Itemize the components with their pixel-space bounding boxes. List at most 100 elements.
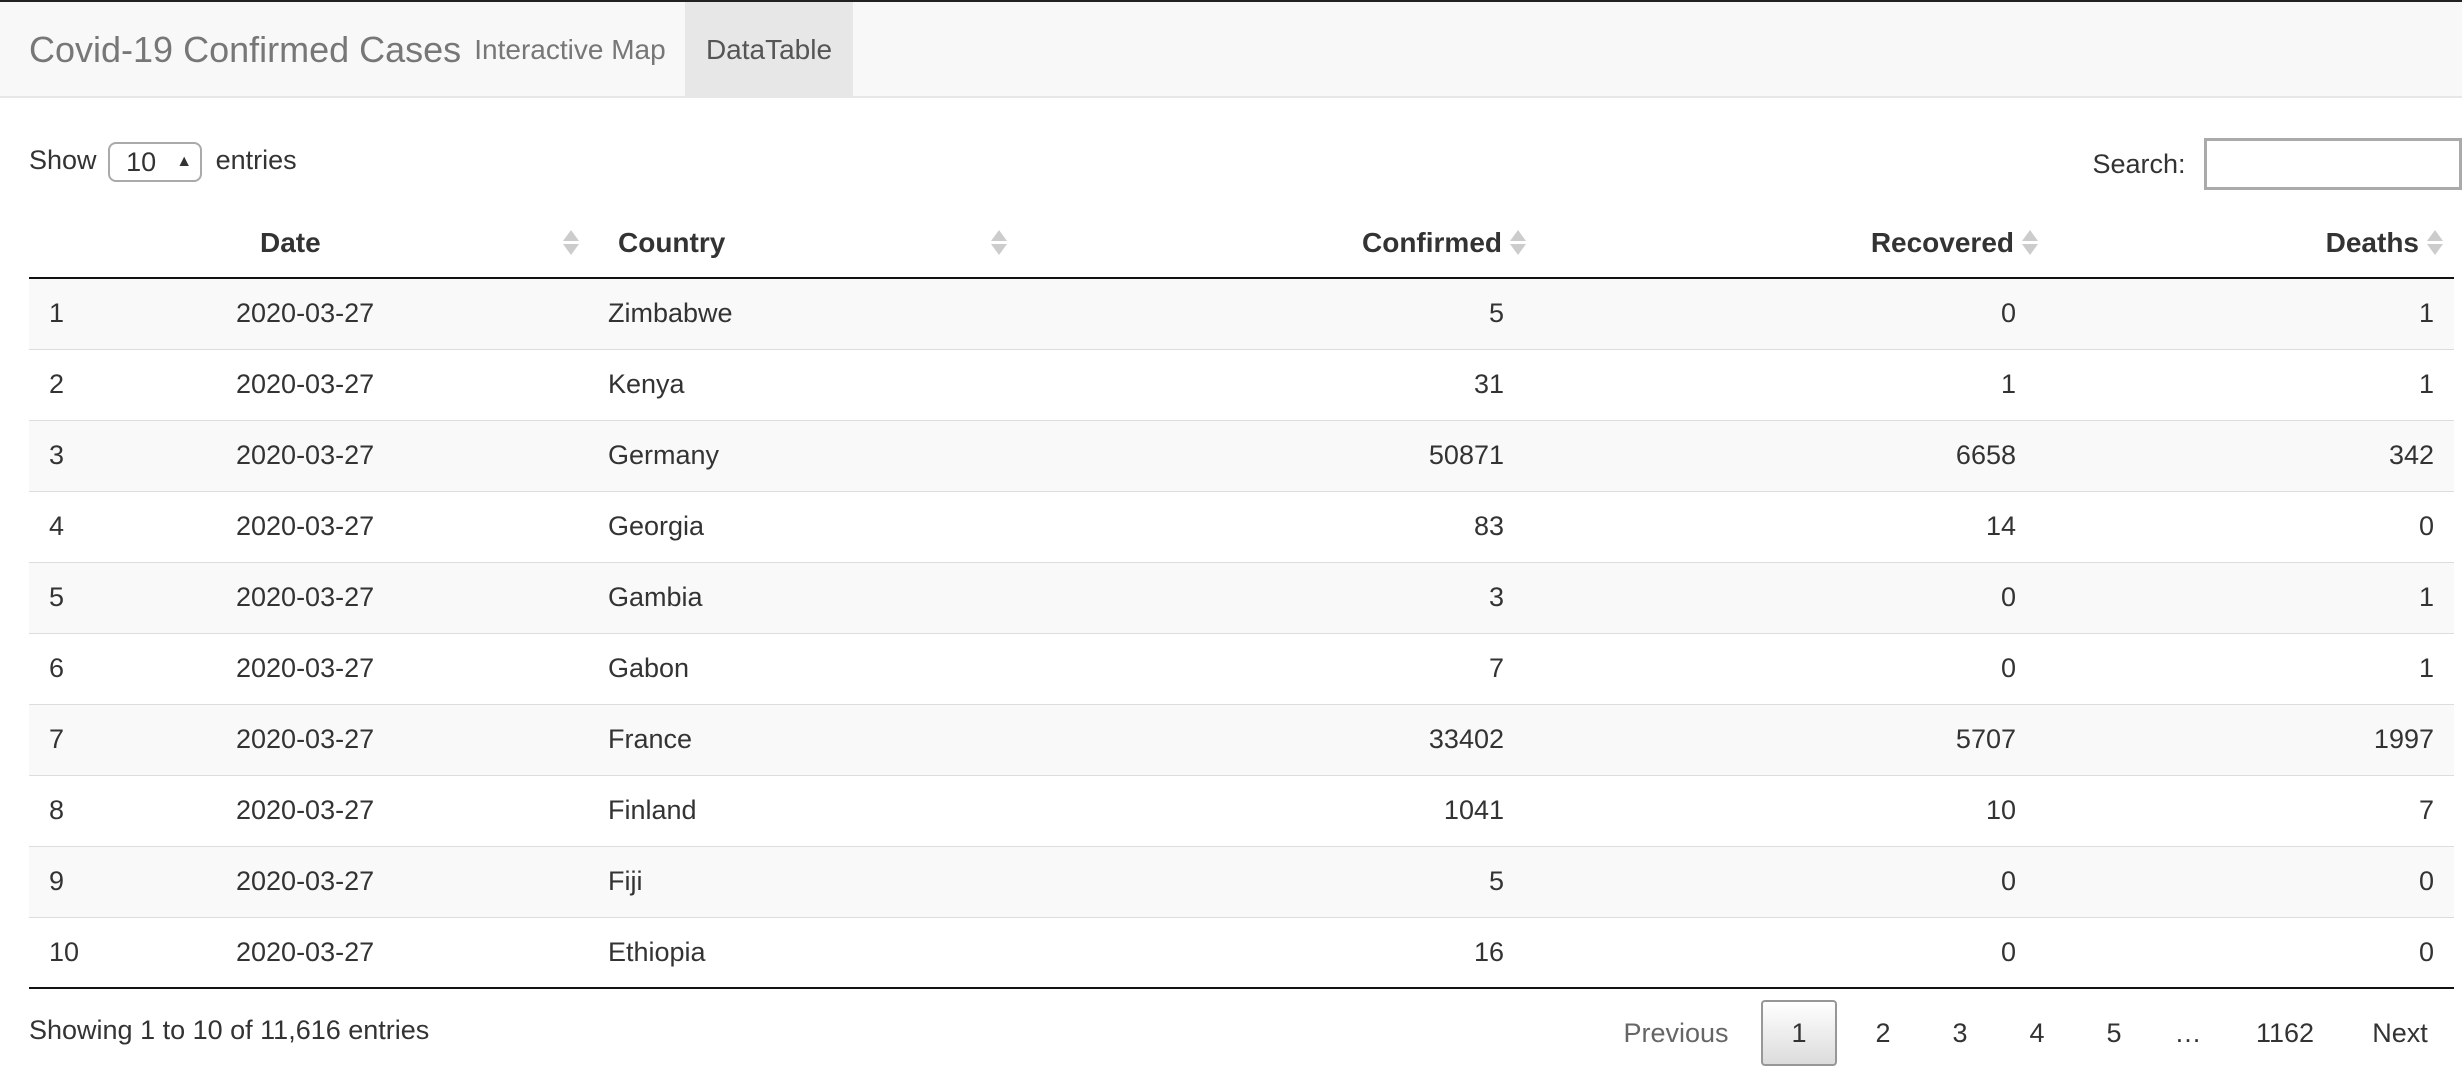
recovered-cell: 0 — [1529, 632, 2041, 704]
column-header-label: Date — [260, 227, 321, 258]
pagination: Previous 1 2 3 4 5 … 1162 Next — [1605, 1000, 2462, 1066]
table-row: 2 2020-03-27 Kenya 31 1 1 — [29, 348, 2454, 420]
column-header-label: Confirmed — [1362, 227, 1502, 258]
confirmed-cell: 33402 — [1029, 703, 1529, 775]
recovered-cell: 5707 — [1529, 703, 2041, 775]
row-index-cell: 5 — [29, 561, 183, 633]
pagination-page-button[interactable]: 5 — [2084, 1000, 2144, 1066]
row-index-cell: 10 — [29, 916, 183, 989]
column-header-deaths[interactable]: Deaths — [2041, 208, 2454, 279]
pagination-page-button[interactable]: 1 — [1761, 1000, 1837, 1066]
column-header-date[interactable]: Date — [183, 208, 595, 279]
row-index-cell: 4 — [29, 490, 183, 562]
table-row: 4 2020-03-27 Georgia 83 14 0 — [29, 490, 2454, 562]
confirmed-cell: 5 — [1029, 845, 1529, 917]
pagination-page-button[interactable]: 4 — [2007, 1000, 2067, 1066]
country-cell: Gambia — [595, 561, 1029, 633]
country-cell: Germany — [595, 419, 1029, 491]
deaths-cell: 7 — [2041, 774, 2454, 846]
table-row: 3 2020-03-27 Germany 50871 6658 342 — [29, 419, 2454, 491]
recovered-cell: 0 — [1529, 845, 2041, 917]
recovered-cell: 6658 — [1529, 419, 2041, 491]
confirmed-cell: 16 — [1029, 916, 1529, 989]
confirmed-cell: 31 — [1029, 348, 1529, 420]
country-cell: Zimbabwe — [595, 278, 1029, 349]
sort-icon — [2022, 228, 2038, 258]
deaths-cell: 0 — [2041, 490, 2454, 562]
confirmed-cell: 50871 — [1029, 419, 1529, 491]
confirmed-cell: 83 — [1029, 490, 1529, 562]
recovered-cell: 1 — [1529, 348, 2041, 420]
country-cell: Finland — [595, 774, 1029, 846]
row-index-cell: 6 — [29, 632, 183, 704]
select-updown-icon: ▲ — [176, 152, 193, 170]
confirmed-cell: 3 — [1029, 561, 1529, 633]
country-cell: Ethiopia — [595, 916, 1029, 989]
sort-icon — [991, 228, 1007, 258]
navbar: Covid-19 Confirmed Cases Interactive Map… — [0, 0, 2462, 98]
recovered-cell: 0 — [1529, 561, 2041, 633]
deaths-cell: 1 — [2041, 348, 2454, 420]
row-index-cell: 8 — [29, 774, 183, 846]
date-cell: 2020-03-27 — [183, 845, 595, 917]
deaths-cell: 342 — [2041, 419, 2454, 491]
date-cell: 2020-03-27 — [183, 348, 595, 420]
country-cell: Kenya — [595, 348, 1029, 420]
column-header-country[interactable]: Country — [595, 208, 1029, 279]
recovered-cell: 0 — [1529, 278, 2041, 349]
sort-icon — [563, 228, 579, 258]
entries-length-select[interactable]: 10 ▲ — [108, 141, 203, 182]
pagination-next-button[interactable]: Next — [2355, 1000, 2445, 1066]
deaths-cell: 0 — [2041, 916, 2454, 989]
column-header-index — [29, 208, 183, 279]
row-index-cell: 2 — [29, 348, 183, 420]
date-cell: 2020-03-27 — [183, 632, 595, 704]
deaths-cell: 0 — [2041, 845, 2454, 917]
deaths-cell: 1 — [2041, 632, 2454, 704]
column-header-label: Recovered — [1870, 227, 2014, 258]
sort-icon — [2427, 228, 2443, 258]
recovered-cell: 10 — [1529, 774, 2041, 846]
country-cell: Georgia — [595, 490, 1029, 562]
country-cell: France — [595, 703, 1029, 775]
row-index-cell: 1 — [29, 278, 183, 349]
confirmed-cell: 5 — [1029, 278, 1529, 349]
column-header-label: Deaths — [2325, 227, 2419, 258]
date-cell: 2020-03-27 — [183, 278, 595, 349]
date-cell: 2020-03-27 — [183, 774, 595, 846]
app-title[interactable]: Covid-19 Confirmed Cases — [29, 2, 461, 98]
sort-icon — [1510, 228, 1526, 258]
date-cell: 2020-03-27 — [183, 703, 595, 775]
pagination-last-page-button[interactable]: 1162 — [2235, 1000, 2335, 1066]
deaths-cell: 1 — [2041, 278, 2454, 349]
date-cell: 2020-03-27 — [183, 916, 595, 989]
tab-datatable[interactable]: DataTable — [685, 2, 853, 98]
pagination-page-button[interactable]: 2 — [1853, 1000, 1913, 1066]
table-row: 10 2020-03-27 Ethiopia 16 0 0 — [29, 916, 2454, 989]
row-index-cell: 3 — [29, 419, 183, 491]
column-header-confirmed[interactable]: Confirmed — [1029, 208, 1529, 279]
data-table: Date Country Confirmed Recovered Deaths … — [29, 208, 2454, 989]
show-label: Show — [29, 145, 97, 175]
date-cell: 2020-03-27 — [183, 561, 595, 633]
pagination-previous-button[interactable]: Previous — [1621, 1000, 1731, 1066]
country-cell: Gabon — [595, 632, 1029, 704]
tab-interactive-map[interactable]: Interactive Map — [455, 2, 685, 98]
table-row: 8 2020-03-27 Finland 1041 10 7 — [29, 774, 2454, 846]
search-control: Search: — [2092, 138, 2462, 190]
table-row: 9 2020-03-27 Fiji 5 0 0 — [29, 845, 2454, 917]
table-row: 6 2020-03-27 Gabon 7 0 1 — [29, 632, 2454, 704]
entries-length-control: Show 10 ▲ entries — [29, 138, 297, 182]
row-index-cell: 9 — [29, 845, 183, 917]
search-input[interactable] — [2204, 138, 2462, 190]
date-cell: 2020-03-27 — [183, 419, 595, 491]
column-header-label: Country — [618, 227, 726, 258]
row-index-cell: 7 — [29, 703, 183, 775]
pagination-page-button[interactable]: 3 — [1930, 1000, 1990, 1066]
deaths-cell: 1997 — [2041, 703, 2454, 775]
confirmed-cell: 1041 — [1029, 774, 1529, 846]
column-header-recovered[interactable]: Recovered — [1529, 208, 2041, 279]
entries-label: entries — [215, 145, 297, 175]
confirmed-cell: 7 — [1029, 632, 1529, 704]
pagination-ellipsis: … — [2174, 1018, 2202, 1048]
